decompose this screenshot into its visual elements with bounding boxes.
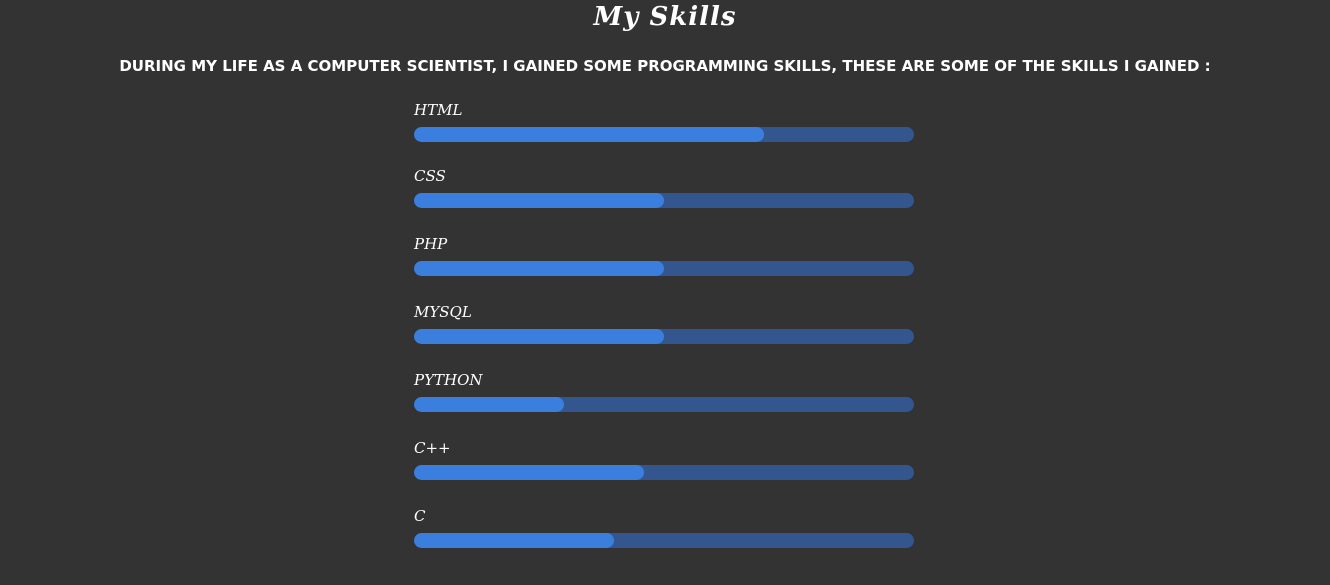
skill-progress-fill [414,465,644,480]
skill-item-cpp: C++ [414,439,914,507]
skill-progress-bar [414,465,914,480]
skill-progress-fill [414,193,664,208]
skill-label: C [414,507,426,525]
skill-label: PYTHON [414,371,483,389]
skill-progress-fill [414,533,614,548]
skill-item-php: PHP [414,235,914,303]
skill-progress-fill [414,329,664,344]
skill-label: HTML [414,101,463,119]
skill-label: PHP [414,235,448,253]
skills-list: HTML CSS PHP MYSQL PYTHON C++ C [414,101,914,575]
skill-progress-fill [414,261,664,276]
skill-progress-bar [414,261,914,276]
skill-progress-bar [414,127,914,142]
intro-text: DURING MY LIFE AS A COMPUTER SCIENTIST, … [119,57,1211,75]
skill-item-css: CSS [414,167,914,235]
skill-progress-fill [414,397,564,412]
skill-label: MYSQL [414,303,472,321]
skill-progress-bar [414,397,914,412]
skill-item-c: C [414,507,914,575]
skill-label: C++ [414,439,451,457]
skill-item-html: HTML [414,101,914,167]
skill-item-python: PYTHON [414,371,914,439]
skill-progress-bar [414,193,914,208]
skill-label: CSS [414,167,446,185]
page-title: My Skills [593,2,737,32]
skill-item-mysql: MYSQL [414,303,914,371]
skill-progress-bar [414,533,914,548]
skill-progress-fill [414,127,764,142]
skill-progress-bar [414,329,914,344]
skills-page: My Skills DURING MY LIFE AS A COMPUTER S… [0,0,1330,585]
